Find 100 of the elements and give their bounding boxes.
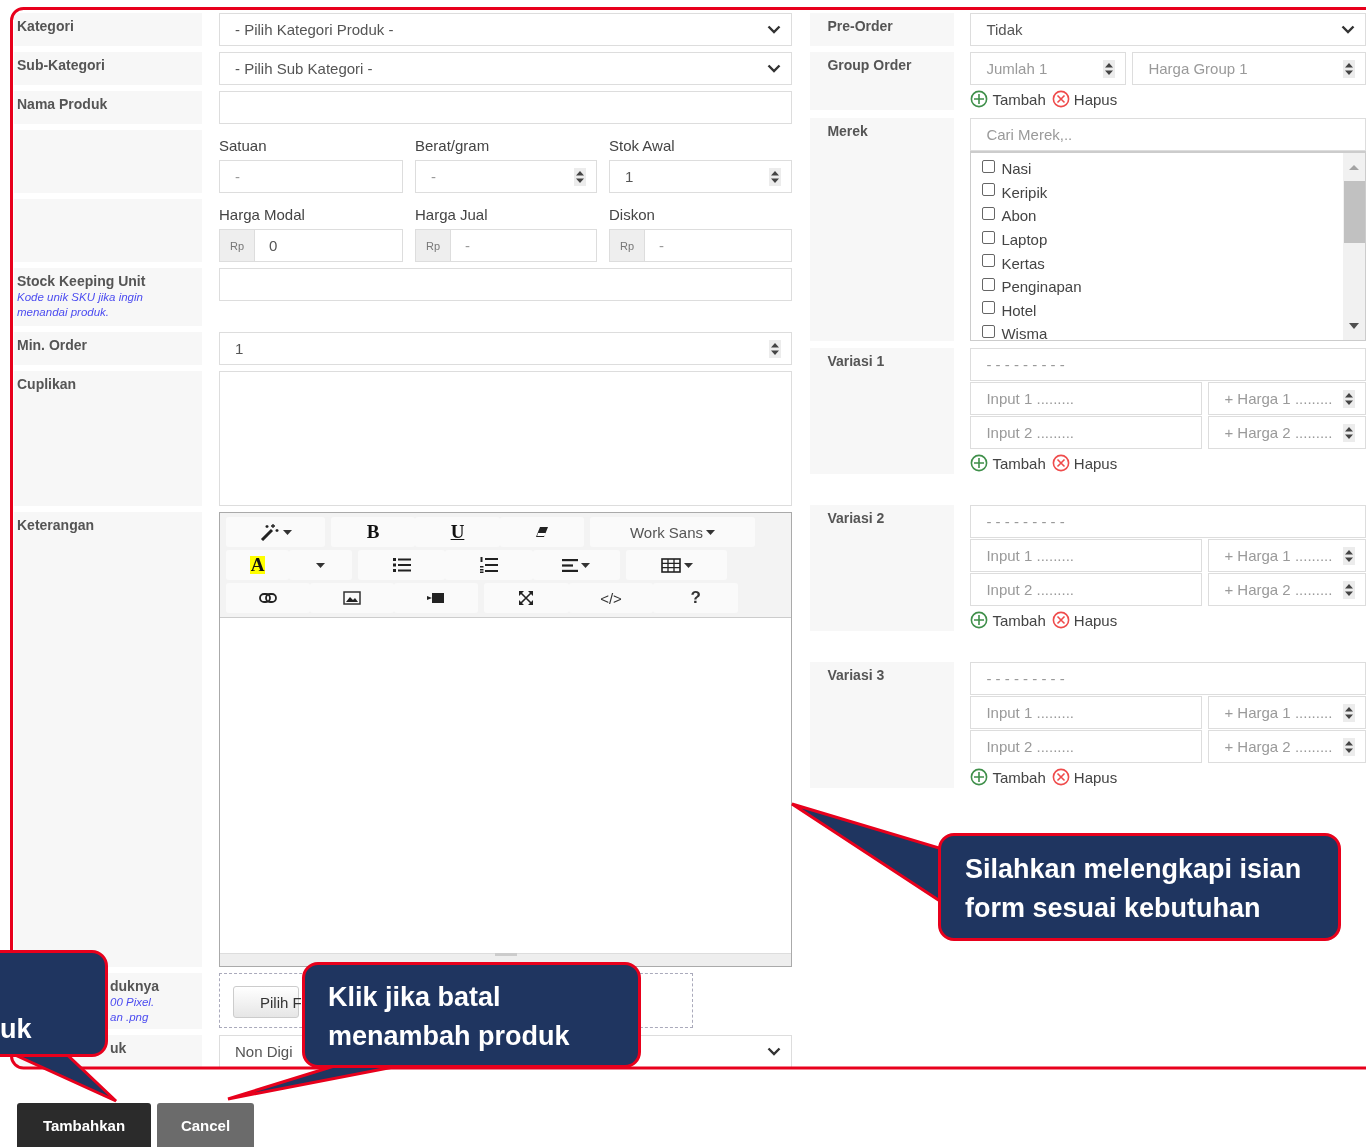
toolbar-button[interactable] bbox=[532, 550, 620, 580]
input-field[interactable]: Cari Merek,.. bbox=[970, 118, 1366, 151]
video-icon bbox=[427, 592, 445, 604]
add-link[interactable]: Tambah bbox=[992, 454, 1046, 472]
checkbox[interactable] bbox=[982, 324, 996, 338]
spinner-icon[interactable] bbox=[574, 167, 586, 186]
toolbar-button[interactable] bbox=[484, 583, 569, 613]
checkbox-label: Penginapan bbox=[1001, 278, 1082, 296]
checkbox-label: Keripik bbox=[1001, 183, 1048, 201]
spinner-icon[interactable] bbox=[1103, 59, 1116, 78]
spinner-icon[interactable] bbox=[769, 167, 781, 186]
spinner-icon[interactable] bbox=[769, 339, 782, 358]
fullscreen-icon bbox=[518, 590, 535, 606]
add-link[interactable]: Tambah bbox=[992, 90, 1046, 108]
choose-file-button[interactable]: Pilih F bbox=[233, 986, 299, 1018]
currency-addon: Rp bbox=[220, 230, 255, 261]
spinner-icon[interactable] bbox=[1343, 423, 1355, 442]
checkbox-label: Hotel bbox=[1001, 301, 1037, 319]
toolbar-button[interactable]: ? bbox=[653, 583, 738, 613]
toolbar-button[interactable]: B bbox=[331, 517, 416, 547]
spinner-icon[interactable] bbox=[1343, 59, 1355, 78]
input-field[interactable]: Input 2 ......... bbox=[970, 416, 1203, 449]
input-field[interactable]: Input 1 ......... bbox=[970, 696, 1203, 729]
input-field[interactable]: - - - - - - - - - bbox=[970, 505, 1366, 538]
input-field[interactable]: + Harga 1 ......... bbox=[1208, 696, 1366, 729]
toolbar-button[interactable] bbox=[226, 517, 325, 547]
remove-link[interactable]: Hapus bbox=[1073, 90, 1118, 108]
align-left-icon bbox=[562, 558, 579, 572]
input-field[interactable]: + Harga 1 ......... bbox=[1208, 382, 1366, 415]
toolbar-button[interactable] bbox=[394, 583, 478, 613]
remove-link[interactable]: Hapus bbox=[1073, 768, 1118, 786]
input-field[interactable]: Input 1 ......... bbox=[970, 382, 1203, 415]
input-field[interactable]: Input 2 ......... bbox=[970, 573, 1203, 606]
currency-addon: Rp bbox=[416, 230, 451, 261]
checkbox[interactable] bbox=[982, 277, 996, 291]
field-label: Satuan bbox=[219, 136, 268, 156]
toolbar-button[interactable]: Work Sans bbox=[590, 517, 755, 547]
caret-icon bbox=[581, 562, 591, 568]
cancel-button[interactable]: Cancel bbox=[157, 1103, 254, 1147]
spinner-icon[interactable] bbox=[1343, 737, 1355, 756]
x-circle-icon bbox=[1051, 454, 1070, 472]
caret-icon bbox=[683, 562, 693, 568]
input-field[interactable]: 1 bbox=[609, 160, 792, 193]
input-field[interactable]: Jumlah 1 bbox=[970, 52, 1127, 85]
input-field[interactable]: + Harga 2 ......... bbox=[1208, 730, 1366, 763]
add-button[interactable]: Tambahkan bbox=[17, 1103, 151, 1147]
toolbar-button[interactable] bbox=[226, 583, 310, 613]
input-field[interactable]: Input 2 ......... bbox=[970, 730, 1203, 763]
input-field[interactable]: - bbox=[415, 160, 597, 193]
input-field[interactable]: + Harga 2 ......... bbox=[1208, 573, 1366, 606]
input-field[interactable]: Rp - bbox=[609, 229, 792, 262]
input-field[interactable]: 1 bbox=[219, 332, 793, 365]
toolbar-button[interactable]: </> bbox=[568, 583, 654, 613]
toolbar-button[interactable] bbox=[358, 550, 446, 580]
select-field[interactable]: Tidak bbox=[970, 13, 1366, 46]
toolbar-button[interactable] bbox=[626, 550, 727, 580]
toolbar-button[interactable]: U bbox=[415, 517, 500, 547]
add-link[interactable]: Tambah bbox=[992, 768, 1046, 786]
field-label: Diskon bbox=[609, 205, 656, 225]
checkbox[interactable] bbox=[982, 207, 996, 220]
input-field[interactable]: Rp 0 bbox=[219, 229, 403, 262]
input-field[interactable]: - - - - - - - - - bbox=[970, 662, 1366, 695]
input-field[interactable]: + Harga 2 ......... bbox=[1208, 416, 1366, 449]
table-icon bbox=[660, 557, 681, 573]
numbered-list-icon bbox=[480, 557, 498, 573]
field-label: Harga Jual bbox=[415, 205, 489, 225]
checkbox[interactable] bbox=[982, 183, 996, 197]
checkbox-label: Wisma bbox=[1001, 325, 1048, 340]
spinner-icon[interactable] bbox=[1343, 580, 1355, 599]
remove-link[interactable]: Hapus bbox=[1073, 454, 1118, 472]
field-label: Stok Awal bbox=[609, 136, 676, 156]
input-field[interactable]: - bbox=[219, 160, 403, 193]
bullet-list-icon bbox=[392, 558, 411, 572]
toolbar-button[interactable] bbox=[499, 517, 584, 547]
checkbox[interactable] bbox=[982, 159, 996, 173]
scrollbar[interactable] bbox=[1343, 153, 1365, 340]
checkbox[interactable] bbox=[982, 230, 996, 244]
input-field[interactable] bbox=[219, 91, 793, 124]
eraser-icon bbox=[534, 526, 549, 538]
caret-icon bbox=[706, 529, 716, 535]
checkbox[interactable] bbox=[982, 301, 996, 315]
input-field[interactable]: + Harga 1 ......... bbox=[1208, 539, 1366, 572]
input-field[interactable]: Input 1 ......... bbox=[970, 539, 1203, 572]
toolbar-button[interactable]: A bbox=[226, 550, 289, 580]
input-field[interactable]: Harga Group 1 bbox=[1132, 52, 1366, 85]
input-field[interactable]: - - - - - - - - - bbox=[970, 348, 1366, 381]
checkbox[interactable] bbox=[982, 254, 996, 268]
spinner-icon[interactable] bbox=[1343, 703, 1355, 722]
field-label: Berat/gram bbox=[415, 136, 491, 156]
field-label: Merek bbox=[827, 122, 869, 140]
field-label: Min. Order bbox=[17, 336, 88, 354]
select-field[interactable]: - Pilih Sub Kategori - bbox=[219, 52, 793, 85]
spinner-icon[interactable] bbox=[1343, 389, 1355, 408]
chevron-down-icon bbox=[767, 25, 782, 34]
remove-link[interactable]: Hapus bbox=[1073, 611, 1118, 629]
select-field[interactable]: - Pilih Kategori Produk - bbox=[219, 13, 793, 46]
spinner-icon[interactable] bbox=[1343, 546, 1355, 565]
input-field[interactable]: Rp - bbox=[415, 229, 597, 262]
add-link[interactable]: Tambah bbox=[992, 611, 1046, 629]
input-field[interactable] bbox=[219, 268, 793, 301]
